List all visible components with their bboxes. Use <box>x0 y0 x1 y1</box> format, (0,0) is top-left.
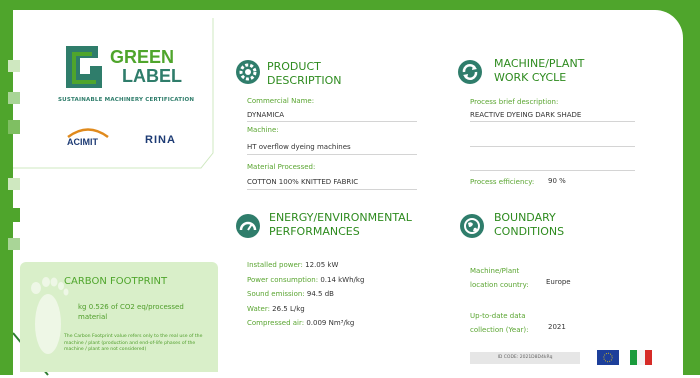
sound-emission-value: 94.5 dB <box>306 290 334 298</box>
rule <box>247 189 417 190</box>
work-cycle-heading-line2: WORK CYCLE <box>494 71 567 84</box>
boundary-heading-line2: CONDITIONS <box>494 225 565 238</box>
carbon-title: CARBON FOOTPRINT <box>64 276 168 287</box>
power-consumption-row: Power consumption: 0.14 kWh/kg <box>247 273 364 288</box>
logo-line2: LABEL <box>122 66 182 86</box>
cycle-arrows-icon <box>458 60 482 84</box>
material-label: Material Processed: <box>247 163 316 171</box>
logo-line1: GREEN <box>110 47 175 67</box>
year-label: Up-to-date data collection (Year): <box>470 309 528 337</box>
gauge-icon <box>236 214 260 238</box>
water-row: Water: 26.5 L/kg <box>247 302 364 317</box>
year-value: 2021 <box>548 323 566 331</box>
efficiency-value: 90 % <box>548 177 566 185</box>
rule <box>470 146 635 147</box>
installed-power-value: 12.05 kW <box>305 261 339 269</box>
green-label-logo-icon <box>66 46 102 88</box>
carbon-value: kg 0.526 of CO2 eq/processed material <box>78 303 184 321</box>
acimit-logo: ACIMIT <box>67 137 98 147</box>
eu-flag-icon <box>597 350 619 365</box>
power-consumption-label: Power consumption: <box>247 275 319 284</box>
italy-flag-red <box>644 350 652 365</box>
globe-icon <box>460 214 484 238</box>
carbon-note: The Carbon Footprint value refers only t… <box>64 334 203 352</box>
energy-heading-line2: PERFORMANCES <box>269 225 360 238</box>
machine-label: Machine: <box>247 126 279 134</box>
year-label-line1: Up-to-date data <box>470 312 526 320</box>
rule <box>470 170 635 171</box>
location-value: Europe <box>546 278 571 286</box>
year-label-line2: collection (Year): <box>470 326 529 334</box>
installed-power-label: Installed power: <box>247 261 303 269</box>
sound-emission-row: Sound emission: 94.5 dB <box>247 287 364 302</box>
italy-flag-icon <box>630 350 652 365</box>
italy-flag-white <box>637 350 645 365</box>
product-gear-icon <box>236 60 260 84</box>
compressed-air-value: 0.009 Nm³/kg <box>306 319 355 327</box>
id-code-text: ID CODE: 2021D8D4kRq <box>497 355 553 360</box>
efficiency-label: Process efficiency: <box>470 178 535 186</box>
installed-power-row: Installed power: 12.05 kW <box>247 258 364 273</box>
product-heading-line2: DESCRIPTION <box>267 74 342 87</box>
location-label-line1: Machine/Plant <box>470 267 520 275</box>
italy-flag-green <box>630 350 638 365</box>
boundary-heading: BOUNDARY CONDITIONS <box>494 211 564 239</box>
water-label: Water: <box>247 304 270 313</box>
commercial-name-value: DYNAMICA <box>247 111 285 119</box>
energy-heading: ENERGY/ENVIRONMENTAL PERFORMANCES <box>269 211 412 239</box>
machine-value: HT overflow dyeing machines <box>247 143 351 151</box>
sound-emission-label: Sound emission: <box>247 290 305 298</box>
commercial-name-label: Commercial Name: <box>247 97 315 105</box>
compressed-air-label: Compressed air: <box>247 319 305 327</box>
process-value: REACTIVE DYEING DARK SHADE <box>470 111 582 119</box>
energy-heading-line1: ENERGY/ENVIRONMENTAL <box>269 211 412 224</box>
rule <box>247 121 417 122</box>
logo-tagline: SUSTAINABLE MACHINERY CERTIFICATION <box>58 97 195 103</box>
rule <box>470 121 635 122</box>
id-code-box: ID CODE: 2021D8D4kRq <box>470 352 580 364</box>
rule <box>247 154 417 155</box>
water-value: 26.5 L/kg <box>272 304 305 313</box>
rina-logo: RINA <box>145 134 176 146</box>
process-label: Process brief description: <box>470 98 559 106</box>
power-consumption-value: 0.14 kWh/kg <box>320 275 365 284</box>
product-heading: PRODUCT DESCRIPTION <box>267 60 341 88</box>
material-value: COTTON 100% KNITTED FABRIC <box>247 178 359 186</box>
location-label-line2: location country: <box>470 281 529 289</box>
boundary-heading-line1: BOUNDARY <box>494 211 556 224</box>
work-cycle-heading: MACHINE/PLANT WORK CYCLE <box>494 57 584 85</box>
product-heading-line1: PRODUCT <box>267 60 321 73</box>
work-cycle-heading-line1: MACHINE/PLANT <box>494 57 585 70</box>
energy-metrics: Installed power: 12.05 kW Power consumpt… <box>247 258 364 331</box>
location-label: Machine/Plant location country: <box>470 264 529 292</box>
compressed-air-row: Compressed air: 0.009 Nm³/kg <box>247 316 364 331</box>
